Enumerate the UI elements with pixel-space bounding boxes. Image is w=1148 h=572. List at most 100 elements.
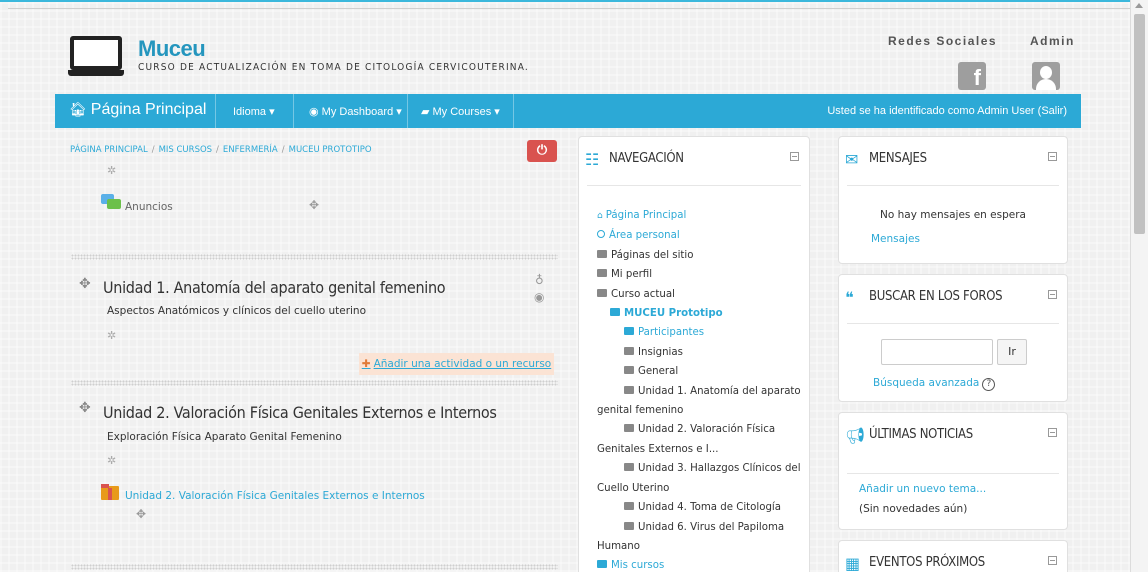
laptop-logo-icon[interactable] bbox=[68, 36, 124, 76]
lightbulb-icon[interactable]: ♁ bbox=[535, 273, 544, 287]
move-icon[interactable]: ✥ bbox=[79, 276, 91, 292]
vertical-scrollbar[interactable] bbox=[1130, 0, 1148, 572]
nav-courses-label: My Courses ▾ bbox=[432, 106, 500, 118]
scroll-thumb[interactable] bbox=[1134, 14, 1145, 234]
nav-tree-unit-2-cont[interactable]: Genitales Externos e I... bbox=[597, 444, 719, 455]
move-icon[interactable]: ✥ bbox=[79, 400, 91, 416]
section-summary: Aspectos Anatómicos y clínicos del cuell… bbox=[107, 305, 367, 317]
nav-tree-site-pages[interactable]: Páginas del sitio bbox=[611, 250, 693, 261]
collapse-block-icon[interactable] bbox=[1048, 152, 1057, 161]
forum-search-block: ❝ BUSCAR EN LOS FOROS Ir Búsqueda avanza… bbox=[838, 274, 1068, 402]
eye-icon[interactable]: ◉ bbox=[534, 290, 544, 304]
breadcrumb-category[interactable]: ENFERMERÍA bbox=[223, 145, 278, 155]
navigation-block: ☷ NAVEGACIÓN ⌂ Página Principal Área pers… bbox=[578, 136, 810, 572]
home-icon: 🏠︎ bbox=[69, 101, 87, 117]
nav-tree-personal-area[interactable]: Área personal bbox=[609, 230, 680, 241]
nav-tree-home[interactable]: Página Principal bbox=[606, 210, 687, 221]
no-messages-text: No hay mensajes en espera bbox=[880, 209, 1026, 221]
collapse-block-icon[interactable] bbox=[790, 152, 799, 161]
nav-tree-general[interactable]: General bbox=[638, 366, 678, 377]
section-title: Unidad 2. Valoración Física Genitales Ex… bbox=[103, 403, 497, 422]
nav-divider bbox=[407, 94, 408, 128]
add-activity-button[interactable]: ✚ Añadir una actividad o un recurso bbox=[359, 353, 554, 375]
nav-tree-badges[interactable]: Insignias bbox=[638, 347, 683, 358]
window-edge bbox=[8, 8, 1130, 9]
nav-idioma-dropdown[interactable]: Idioma ▾ bbox=[233, 105, 275, 118]
sitemap-icon: ☷ bbox=[585, 150, 600, 169]
login-status[interactable]: Usted se ha identificado como Admin User… bbox=[827, 105, 1067, 117]
folder-icon bbox=[624, 424, 634, 433]
breadcrumb-home[interactable]: PÁGINA PRINCIPAL bbox=[70, 145, 148, 155]
nav-tree-unit-3[interactable]: Unidad 3. Hallazgos Clínicos del bbox=[638, 463, 801, 474]
nav-tree-unit-4[interactable]: Unidad 4. Toma de Citología bbox=[638, 502, 781, 513]
nav-tree-unit-2[interactable]: Unidad 2. Valoración Física bbox=[638, 424, 775, 435]
advanced-search-label: Búsqueda avanzada bbox=[873, 377, 980, 389]
advanced-search-link[interactable]: Búsqueda avanzada? bbox=[873, 377, 996, 391]
nav-tree-my-courses[interactable]: Mis cursos bbox=[611, 560, 664, 571]
site-header: Muceu CURSO DE ACTUALIZACIÓN EN TOMA DE … bbox=[0, 10, 1130, 94]
add-news-topic-link[interactable]: Añadir un nuevo tema... bbox=[859, 483, 986, 495]
nav-tree-participants[interactable]: Participantes bbox=[638, 327, 704, 338]
nav-tree-profile[interactable]: Mi perfil bbox=[611, 269, 652, 280]
folder-icon bbox=[610, 308, 620, 317]
block-title: BUSCAR EN LOS FOROS bbox=[869, 289, 1003, 304]
user-icon[interactable] bbox=[1032, 62, 1060, 90]
move-icon[interactable]: ✥ bbox=[309, 198, 319, 212]
facebook-icon[interactable]: f bbox=[958, 62, 986, 90]
collapse-block-icon[interactable] bbox=[1048, 556, 1057, 565]
folder-icon bbox=[624, 521, 634, 530]
block-divider bbox=[847, 323, 1059, 324]
envelope-icon: ✉ bbox=[845, 150, 859, 169]
messages-block: ✉ MENSAJES No hay mensajes en espera Men… bbox=[838, 136, 1068, 264]
block-divider bbox=[847, 473, 1059, 474]
section-summary: Exploración Física Aparato Genital Femen… bbox=[107, 431, 342, 443]
move-icon[interactable]: ✥ bbox=[136, 507, 146, 521]
resource-link[interactable]: Unidad 2. Valoración Física Genitales Ex… bbox=[125, 490, 425, 502]
block-title: ÚLTIMAS NOTICIAS bbox=[869, 427, 973, 442]
turn-editing-off-button[interactable]: ⏻ bbox=[527, 140, 557, 162]
no-news-text: (Sin novedades aún) bbox=[859, 503, 968, 515]
navigation-tree: ⌂ Página Principal Área personal Páginas … bbox=[597, 206, 801, 572]
bullhorn-icon: 📢︎ bbox=[845, 426, 866, 445]
folder-icon bbox=[624, 327, 634, 336]
nav-courses-dropdown[interactable]: ▰ My Courses ▾ bbox=[421, 105, 500, 118]
folder-icon bbox=[624, 366, 634, 375]
nav-tree-unit-6[interactable]: Unidad 6. Virus del Papiloma bbox=[638, 522, 784, 533]
nav-dashboard-dropdown[interactable]: ◉ My Dashboard ▾ bbox=[309, 105, 402, 118]
breadcrumb-course[interactable]: MUCEU PROTOTIPO bbox=[289, 145, 372, 155]
circle-icon bbox=[597, 230, 605, 239]
section-separator bbox=[71, 380, 558, 386]
help-icon[interactable]: ? bbox=[982, 378, 996, 391]
nav-tree-unit-1-cont[interactable]: genital femenino bbox=[597, 405, 683, 416]
gear-icon[interactable]: ✲ bbox=[107, 329, 116, 342]
add-activity-label: Añadir una actividad o un recurso bbox=[373, 358, 552, 370]
comments-icon: ❝ bbox=[845, 288, 854, 307]
activity-anuncios[interactable]: Anuncios bbox=[125, 201, 173, 213]
folder-icon bbox=[597, 560, 607, 569]
folder-icon bbox=[597, 288, 607, 297]
nav-tree-unit-6-cont[interactable]: Humano bbox=[597, 541, 640, 552]
forum-search-button[interactable]: Ir bbox=[997, 339, 1027, 365]
folder-icon bbox=[624, 385, 634, 394]
nav-home-link[interactable]: 🏠︎ Página Principal bbox=[69, 101, 206, 119]
collapse-block-icon[interactable] bbox=[1048, 428, 1057, 437]
messages-link[interactable]: Mensajes bbox=[871, 233, 920, 245]
block-divider bbox=[587, 185, 801, 186]
scroll-up-arrow-icon[interactable] bbox=[1135, 3, 1143, 8]
nav-tree-unit-3-cont[interactable]: Cuello Uterino bbox=[597, 483, 669, 494]
section-separator bbox=[71, 564, 558, 570]
nav-tree-course[interactable]: MUCEU Prototipo bbox=[624, 308, 723, 319]
nav-divider bbox=[293, 94, 294, 128]
nav-tree-current-course[interactable]: Curso actual bbox=[611, 289, 675, 300]
folder-icon bbox=[624, 346, 634, 355]
site-name[interactable]: Muceu bbox=[138, 36, 206, 62]
course-content: PÁGINA PRINCIPAL / MIS CURSOS / ENFERMERÍA / M… bbox=[55, 128, 565, 572]
forum-search-input[interactable] bbox=[881, 339, 993, 365]
collapse-block-icon[interactable] bbox=[1048, 290, 1057, 299]
breadcrumb-my-courses[interactable]: MIS CURSOS bbox=[159, 145, 212, 155]
folder-icon bbox=[624, 502, 634, 511]
section-title: Unidad 1. Anatomía del aparato genital f… bbox=[103, 278, 446, 297]
gear-icon[interactable]: ✲ bbox=[107, 454, 116, 467]
nav-tree-unit-1[interactable]: Unidad 1. Anatomía del aparato bbox=[638, 386, 801, 397]
gear-icon[interactable]: ✲ bbox=[107, 164, 116, 177]
